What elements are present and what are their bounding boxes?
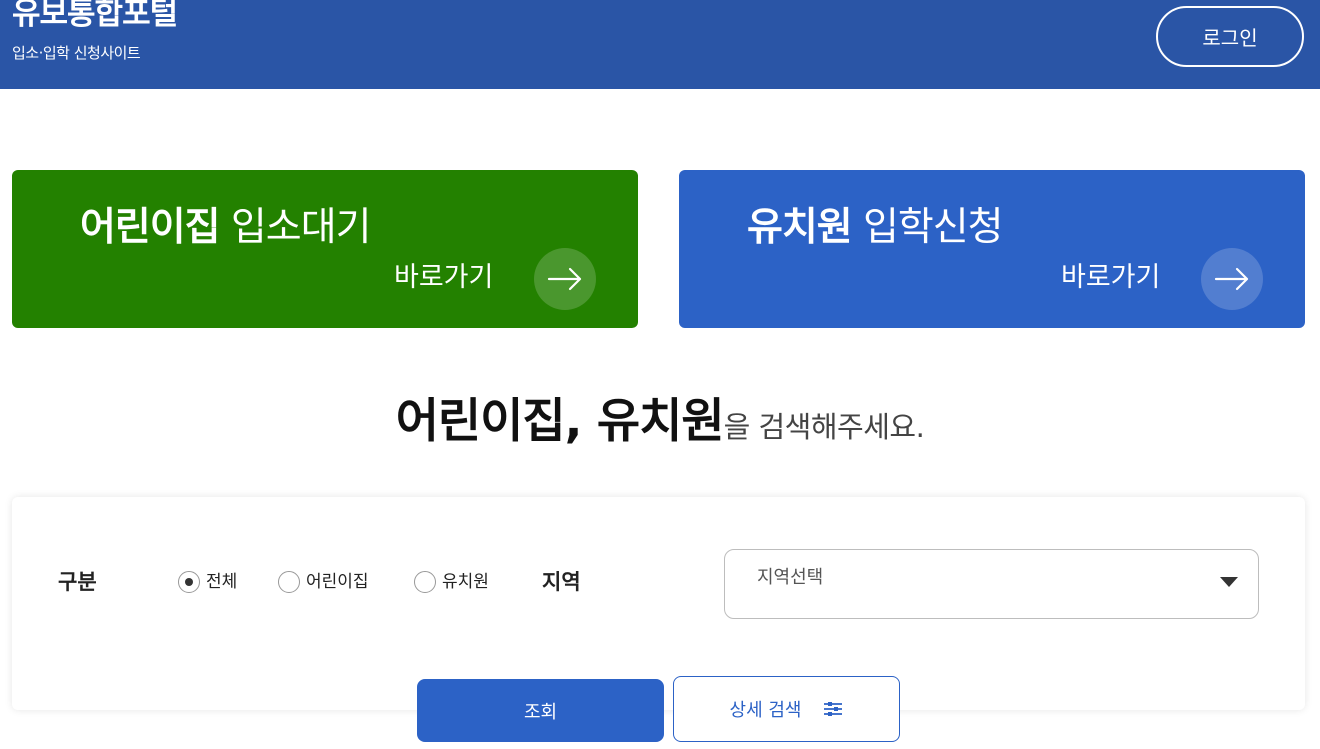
kindergarten-application-card[interactable]: 유치원 입학신청 바로가기: [679, 170, 1305, 328]
radio-all-indicator[interactable]: [178, 571, 200, 593]
kindergarten-card-title-light: 입학신청: [851, 205, 1004, 250]
daycare-card-go-label[interactable]: 바로가기: [394, 260, 493, 296]
login-button[interactable]: 로그인: [1156, 6, 1304, 67]
type-label: 구분: [58, 570, 97, 594]
radio-all[interactable]: 전체: [178, 570, 237, 594]
arrow-right-icon[interactable]: [1201, 248, 1263, 310]
daycare-card-title: 어린이집 입소대기: [80, 203, 372, 253]
radio-daycare-indicator[interactable]: [278, 571, 300, 593]
arrow-right-icon[interactable]: [534, 248, 596, 310]
region-label: 지역: [542, 570, 581, 594]
search-headline-rest: 을 검색해주세요.: [723, 410, 925, 444]
radio-kindergarten-indicator[interactable]: [414, 571, 436, 593]
kindergarten-card-title-bold: 유치원: [747, 205, 853, 250]
site-header: 유보통합포털 입소·입학 신청사이트 로그인: [0, 0, 1320, 89]
detail-search-label: 상세 검색: [729, 700, 802, 721]
search-headline-strong: 어린이집, 유치원: [395, 394, 725, 449]
caret-down-icon[interactable]: [1220, 577, 1238, 587]
search-panel: 구분 전체 어린이집 유치원 지역 지역선택: [12, 497, 1305, 710]
site-title[interactable]: 유보통합포털: [12, 0, 178, 34]
radio-kindergarten-label: 유치원: [442, 572, 489, 592]
detail-search-button[interactable]: 상세 검색: [673, 676, 900, 742]
daycare-card-title-bold: 어린이집: [80, 205, 221, 250]
radio-daycare-label: 어린이집: [306, 572, 369, 592]
kindergarten-card-go-label[interactable]: 바로가기: [1061, 260, 1160, 296]
search-button[interactable]: 조회: [417, 679, 664, 742]
region-select-value: 지역선택: [757, 567, 824, 588]
search-headline: 어린이집, 유치원을 검색해주세요.: [0, 382, 1320, 451]
region-select[interactable]: 지역선택: [724, 549, 1259, 619]
kindergarten-card-title: 유치원 입학신청: [747, 203, 1004, 253]
daycare-card-title-light: 입소대기: [219, 205, 372, 250]
radio-kindergarten[interactable]: 유치원: [414, 570, 489, 594]
sliders-icon: [824, 702, 843, 716]
daycare-waitlist-card[interactable]: 어린이집 입소대기 바로가기: [12, 170, 638, 328]
radio-daycare[interactable]: 어린이집: [278, 570, 369, 594]
radio-all-label: 전체: [206, 572, 238, 592]
site-subtitle: 입소·입학 신청사이트: [12, 44, 141, 62]
